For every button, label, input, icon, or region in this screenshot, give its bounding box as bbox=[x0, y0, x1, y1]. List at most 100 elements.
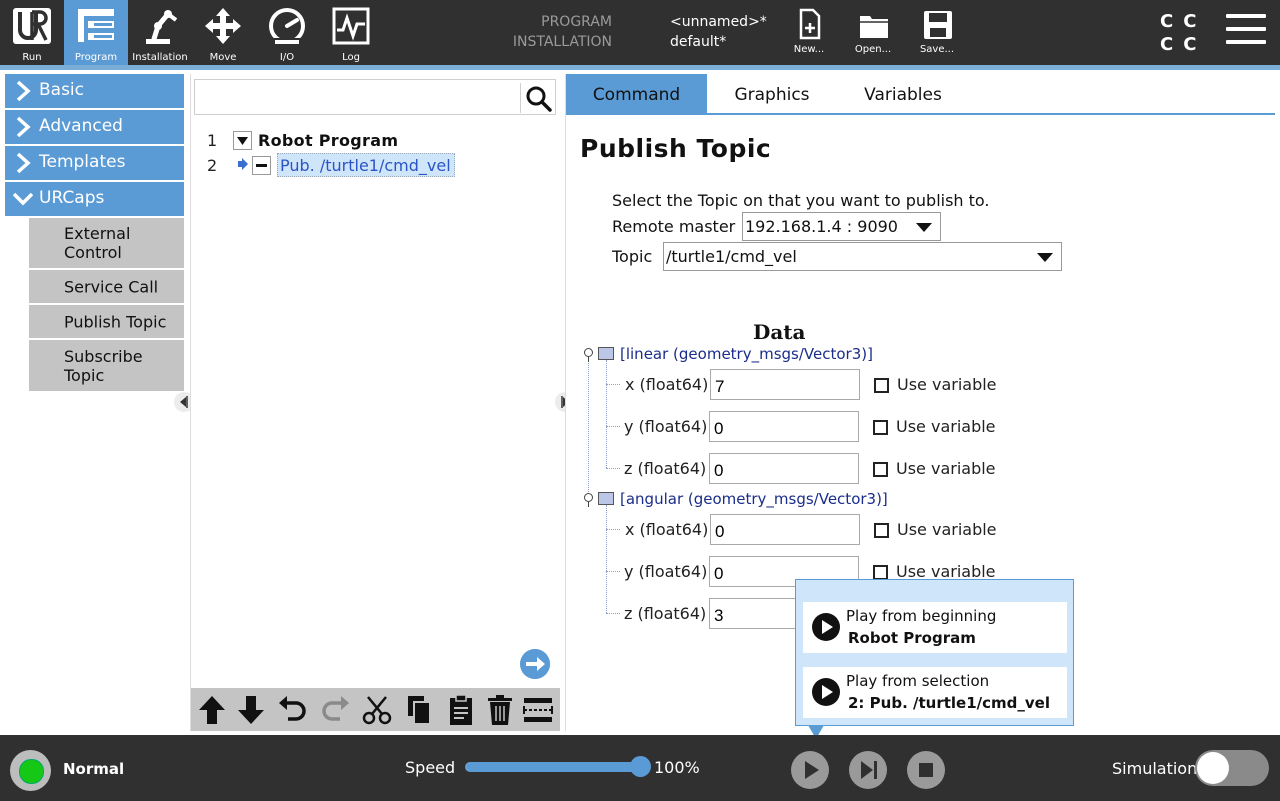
speed-slider-thumb[interactable] bbox=[630, 756, 651, 777]
category-basic[interactable]: Basic bbox=[5, 74, 184, 108]
tab-command[interactable]: Command bbox=[566, 74, 707, 114]
program-icon bbox=[78, 9, 114, 42]
remote-master-value: 192.168.1.4 : 9090 bbox=[745, 217, 898, 236]
tree-row[interactable]: 1 Robot Program bbox=[191, 128, 560, 152]
data-tree-guide bbox=[606, 426, 620, 427]
use-variable-checkbox[interactable] bbox=[874, 378, 889, 393]
nav-installation-label: Installation bbox=[132, 52, 188, 63]
simulation-label: Simulation bbox=[1112, 759, 1198, 778]
field-value-input[interactable] bbox=[709, 411, 859, 442]
suppress-icon[interactable] bbox=[521, 693, 555, 727]
nav-io-button[interactable]: I/O bbox=[255, 0, 319, 65]
select-topic-hint: Select the Topic on that you want to pub… bbox=[612, 191, 990, 210]
use-variable-checkbox[interactable] bbox=[873, 462, 888, 477]
nav-log-button[interactable]: Log bbox=[319, 0, 383, 65]
save-disk-icon bbox=[924, 11, 952, 39]
move-down-icon[interactable] bbox=[234, 693, 268, 727]
cc-icon[interactable]: CC CC bbox=[1160, 10, 1204, 56]
play-button[interactable] bbox=[791, 751, 829, 789]
field-label: x (float64) bbox=[625, 375, 709, 394]
search-icon[interactable] bbox=[525, 85, 553, 113]
data-tree-guide bbox=[606, 468, 620, 469]
play-icon bbox=[812, 678, 840, 706]
nav-move-button[interactable]: Move bbox=[191, 0, 255, 65]
save-button[interactable]: Save... bbox=[909, 0, 965, 65]
field-value-input[interactable] bbox=[710, 369, 860, 400]
category-urcaps[interactable]: URCaps bbox=[5, 182, 184, 216]
undo-icon[interactable] bbox=[276, 693, 310, 727]
step-button[interactable] bbox=[849, 751, 887, 789]
urcap-item-external-control[interactable]: External Control bbox=[29, 218, 184, 268]
program-name: <unnamed>* bbox=[670, 14, 767, 30]
speed-slider[interactable] bbox=[465, 762, 643, 772]
speed-label: Speed bbox=[405, 758, 456, 777]
chevron-right-icon bbox=[16, 116, 31, 138]
use-variable-checkbox[interactable] bbox=[874, 523, 889, 538]
play-from-beginning-option[interactable]: Play from beginning Robot Program bbox=[803, 602, 1067, 653]
tree-collapse-toggle[interactable] bbox=[233, 131, 252, 150]
remote-master-select[interactable]: 192.168.1.4 : 9090 bbox=[742, 212, 941, 241]
open-label: Open... bbox=[854, 44, 892, 55]
hamburger-menu-icon[interactable] bbox=[1226, 14, 1266, 50]
field-value-input[interactable] bbox=[709, 453, 859, 484]
data-group-angular[interactable]: [angular (geometry_msgs/Vector3)] bbox=[584, 490, 1184, 510]
topic-select[interactable]: /turtle1/cmd_vel bbox=[663, 242, 1062, 271]
play-from-selection-option[interactable]: Play from selection 2: Pub. /turtle1/cmd… bbox=[803, 667, 1067, 718]
use-variable-label: Use variable bbox=[897, 520, 997, 539]
use-variable-checkbox[interactable] bbox=[873, 565, 888, 580]
urcap-item-service-call[interactable]: Service Call bbox=[29, 270, 184, 303]
copy-icon[interactable] bbox=[402, 693, 436, 727]
data-group-linear[interactable]: [linear (geometry_msgs/Vector3)] bbox=[584, 345, 1184, 365]
data-tree-guide bbox=[606, 360, 607, 468]
nav-run-button[interactable]: Run bbox=[0, 0, 64, 65]
data-tree-guide bbox=[606, 529, 620, 530]
redo-icon[interactable] bbox=[318, 693, 352, 727]
nav-program-label: Program bbox=[74, 52, 118, 63]
urcap-item-label: Subscribe Topic bbox=[64, 346, 143, 385]
chevron-right-icon bbox=[16, 152, 31, 174]
field-label: z (float64) bbox=[624, 604, 707, 623]
delete-trash-icon[interactable] bbox=[483, 693, 517, 727]
category-templates[interactable]: Templates bbox=[5, 146, 184, 180]
tree-toolbar bbox=[191, 688, 560, 731]
nav-run-label: Run bbox=[22, 52, 42, 63]
category-advanced[interactable]: Advanced bbox=[5, 110, 184, 144]
nav-installation-button[interactable]: Installation bbox=[128, 0, 192, 65]
data-tree-guide bbox=[606, 505, 607, 613]
field-row-linear-x: x (float64) Use variable bbox=[625, 369, 1065, 400]
data-tree-guide bbox=[588, 360, 589, 500]
field-value-input[interactable] bbox=[710, 514, 860, 545]
next-arrow-icon[interactable] bbox=[520, 649, 550, 679]
status-text: Normal bbox=[63, 760, 125, 778]
urcap-item-publish-topic[interactable]: Publish Topic bbox=[29, 305, 184, 338]
tree-row-selected[interactable]: 2 Pub. /turtle1/cmd_vel bbox=[191, 153, 560, 177]
paste-clipboard-icon[interactable] bbox=[444, 693, 478, 727]
folder-icon bbox=[598, 347, 614, 360]
open-button[interactable]: Open... bbox=[845, 0, 901, 65]
new-button[interactable]: New... bbox=[781, 0, 837, 65]
search-separator bbox=[520, 83, 521, 113]
cut-scissors-icon[interactable] bbox=[360, 693, 394, 727]
tree-expand-handle-icon[interactable] bbox=[584, 348, 593, 362]
play-option-target: 2: Pub. /turtle1/cmd_vel bbox=[848, 694, 1050, 712]
simulation-toggle[interactable] bbox=[1195, 750, 1269, 786]
status-indicator-icon[interactable] bbox=[10, 750, 51, 791]
tab-variables[interactable]: Variables bbox=[838, 74, 968, 114]
field-row-linear-z: z (float64) Use variable bbox=[624, 453, 1065, 484]
tree-expand-handle-icon[interactable] bbox=[584, 493, 593, 507]
nav-program-button[interactable]: Program bbox=[64, 0, 128, 65]
program-node-panel: Basic Advanced Templates URCaps External… bbox=[5, 74, 185, 731]
field-label: x (float64) bbox=[625, 520, 709, 539]
play-option-title: Play from selection bbox=[846, 672, 990, 690]
urcap-item-subscribe-topic[interactable]: Subscribe Topic bbox=[29, 340, 184, 391]
tree-row-number: 1 bbox=[207, 131, 218, 150]
stop-button[interactable] bbox=[907, 751, 945, 789]
data-tree-guide bbox=[606, 613, 620, 614]
play-icon bbox=[812, 613, 840, 641]
current-node-arrow-icon bbox=[238, 158, 248, 170]
tab-graphics[interactable]: Graphics bbox=[710, 74, 834, 114]
use-variable-checkbox[interactable] bbox=[873, 420, 888, 435]
nav-move-label: Move bbox=[209, 52, 237, 63]
tree-search-input[interactable] bbox=[197, 82, 515, 112]
move-up-icon[interactable] bbox=[195, 693, 229, 727]
